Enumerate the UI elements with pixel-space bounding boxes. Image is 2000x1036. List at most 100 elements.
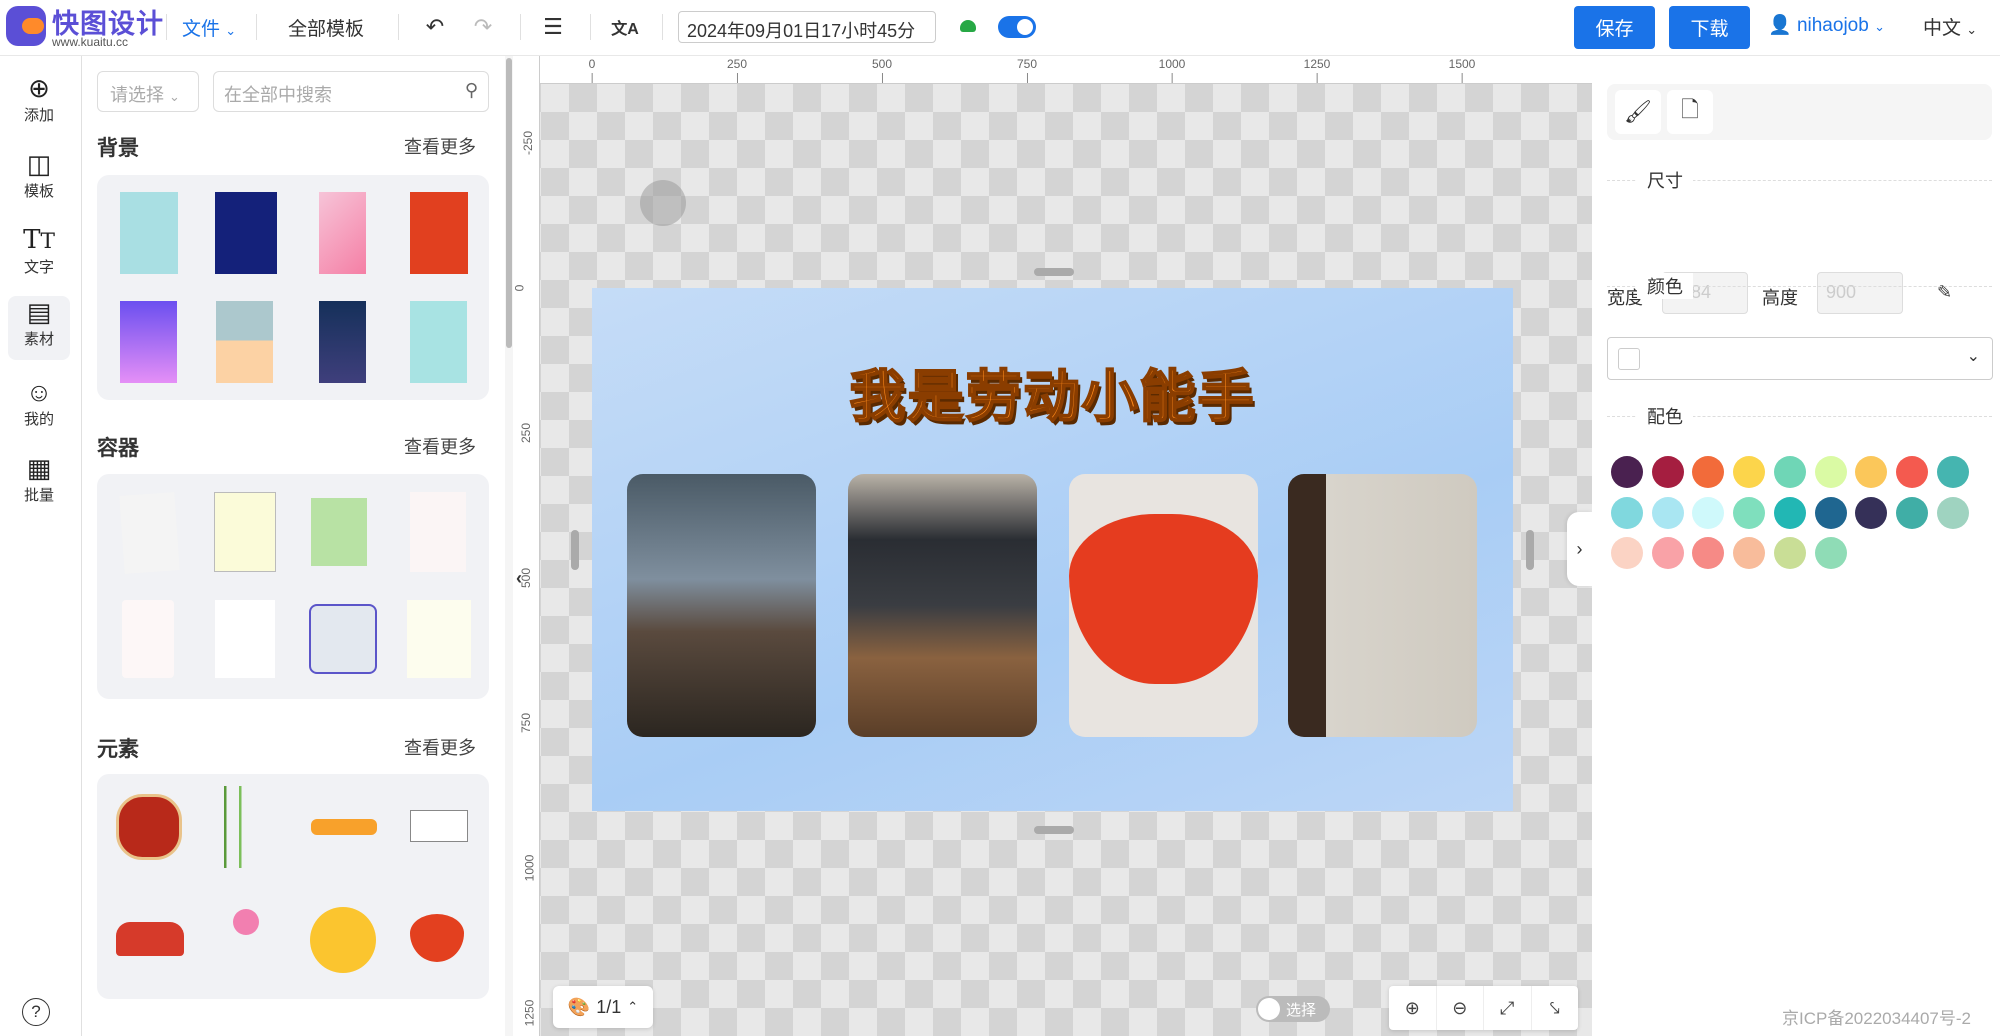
view-more-elements[interactable]: 查看更多 [404,734,476,760]
panel-scrollbar[interactable] [505,56,513,1036]
element-thumb[interactable] [215,786,259,868]
palette-swatch[interactable] [1733,456,1765,488]
icp-license[interactable]: 京ICP备2022034407号-2 [1782,1004,1971,1029]
palette-swatch[interactable] [1937,456,1969,488]
design-title[interactable]: 我是劳动小能手 [592,352,1513,433]
redo-icon[interactable]: ↷ [468,12,498,42]
palette-swatch[interactable] [1652,456,1684,488]
language-menu[interactable]: 中文 ⌄ [1923,13,1977,40]
palette-swatch[interactable] [1774,456,1806,488]
palette-swatch[interactable] [1692,497,1724,529]
file-menu[interactable]: 文件 ⌄ [182,14,236,41]
container-thumb[interactable] [215,600,275,678]
ruler-label: 1250 [1304,57,1331,71]
help-icon[interactable]: ? [22,998,50,1026]
resize-handle-right[interactable] [1526,530,1534,570]
zoom-in-icon[interactable]: ⊕ [1389,986,1437,1030]
all-templates-button[interactable]: 全部模板 [288,14,364,41]
container-thumb[interactable] [119,492,179,574]
photo-desk[interactable] [848,474,1037,737]
palette-swatch[interactable] [1692,456,1724,488]
palette-swatch[interactable] [1774,497,1806,529]
view-more-container[interactable]: 查看更多 [404,433,476,459]
page-selector[interactable]: 🎨1/1⌃ [553,986,653,1028]
background-thumb[interactable] [120,301,177,383]
undo-icon[interactable]: ↶ [420,12,450,42]
background-thumb[interactable] [410,192,468,274]
palette-swatch[interactable] [1855,456,1887,488]
palette-swatch[interactable] [1733,537,1765,569]
nav-text[interactable]: TT文字 [8,224,70,288]
element-thumb[interactable] [116,922,184,956]
collapse-right-button[interactable]: › [1567,512,1592,586]
element-thumb[interactable] [410,810,468,842]
container-thumb[interactable] [407,600,471,678]
element-thumb[interactable] [311,819,377,835]
palette-swatch[interactable] [1774,537,1806,569]
element-thumb[interactable] [310,907,376,973]
palette-swatch[interactable] [1652,497,1684,529]
container-thumb[interactable] [214,492,276,572]
palette-swatch[interactable] [1611,537,1643,569]
select-mode-toggle[interactable]: 选择 [1256,996,1330,1022]
zoom-out-icon[interactable]: ⊖ [1437,986,1485,1030]
container-thumb[interactable] [311,498,367,566]
photo-door[interactable] [1288,474,1477,737]
background-thumb[interactable] [319,192,366,274]
palette-swatch[interactable] [1896,497,1928,529]
scrollbar-thumb[interactable] [506,58,512,348]
user-menu[interactable]: 👤 nihaojob ⌄ [1768,13,1885,37]
fit-screen-icon[interactable]: ⤢ [1484,986,1532,1030]
element-thumb[interactable] [116,794,182,860]
palette-swatch[interactable] [1855,497,1887,529]
element-thumb[interactable] [410,914,464,962]
palette-swatch[interactable] [1937,497,1969,529]
category-select[interactable]: 请选择 ⌄ [97,71,199,112]
background-thumb[interactable] [215,192,277,274]
palette-swatch[interactable] [1611,497,1643,529]
palette-swatch[interactable] [1652,537,1684,569]
download-button[interactable]: 下载 [1669,6,1750,49]
autosave-toggle[interactable] [998,16,1036,38]
layers-icon[interactable]: ☰ [538,12,568,42]
palette-swatch[interactable] [1896,456,1928,488]
photo-office[interactable] [627,474,816,737]
palette-swatch[interactable] [1815,497,1847,529]
filename-input[interactable]: 2024年09月01日17小时45分 [678,11,936,43]
resize-handle-top[interactable] [1034,268,1074,276]
element-thumb[interactable] [233,909,259,935]
photo-heart[interactable] [1069,474,1258,737]
palette-swatch[interactable] [1733,497,1765,529]
container-thumb[interactable] [309,604,377,674]
background-thumb[interactable] [216,301,273,383]
container-thumb[interactable] [122,600,174,678]
container-thumb[interactable] [410,492,466,572]
design-canvas[interactable]: 我是劳动小能手 [592,288,1513,811]
background-thumb[interactable] [410,301,467,383]
search-input[interactable]: 在全部中搜索⚲ [213,71,489,112]
format-brush-icon[interactable]: 🖌 [1615,90,1661,134]
palette-swatch[interactable] [1692,537,1724,569]
nav-materials[interactable]: ▤素材 [8,296,70,360]
background-thumb[interactable] [319,301,366,383]
actual-size-icon[interactable]: ⤥ [1532,986,1579,1030]
view-more-background[interactable]: 查看更多 [404,133,476,159]
palette-swatch[interactable] [1815,537,1847,569]
layout-icon: ◫ [8,148,70,180]
nav-add[interactable]: ⊕添加 [8,72,70,136]
color-select[interactable]: ⌄ [1607,337,1993,380]
nav-mine[interactable]: ☺我的 [8,376,70,440]
resize-handle-bottom[interactable] [1034,826,1074,834]
palette-swatch[interactable] [1611,456,1643,488]
palette-swatch[interactable] [1815,456,1847,488]
properties-panel: 🖌 🗋 尺寸 宽度 1584 高度 900 ✎ 颜色 ⌄ 配色 [1592,56,2000,1036]
save-button[interactable]: 保存 [1574,6,1655,49]
nav-batch[interactable]: ▦批量 [8,452,70,516]
translate-icon[interactable]: 文A [610,12,640,42]
resize-handle-left[interactable] [571,530,579,570]
copy-icon[interactable]: 🗋 [1667,90,1713,134]
background-thumb[interactable] [120,192,178,274]
page-count: 1/1 [596,997,621,1018]
nav-templates[interactable]: ◫模板 [8,148,70,212]
collapse-left-icon[interactable]: ‹ [516,568,522,589]
